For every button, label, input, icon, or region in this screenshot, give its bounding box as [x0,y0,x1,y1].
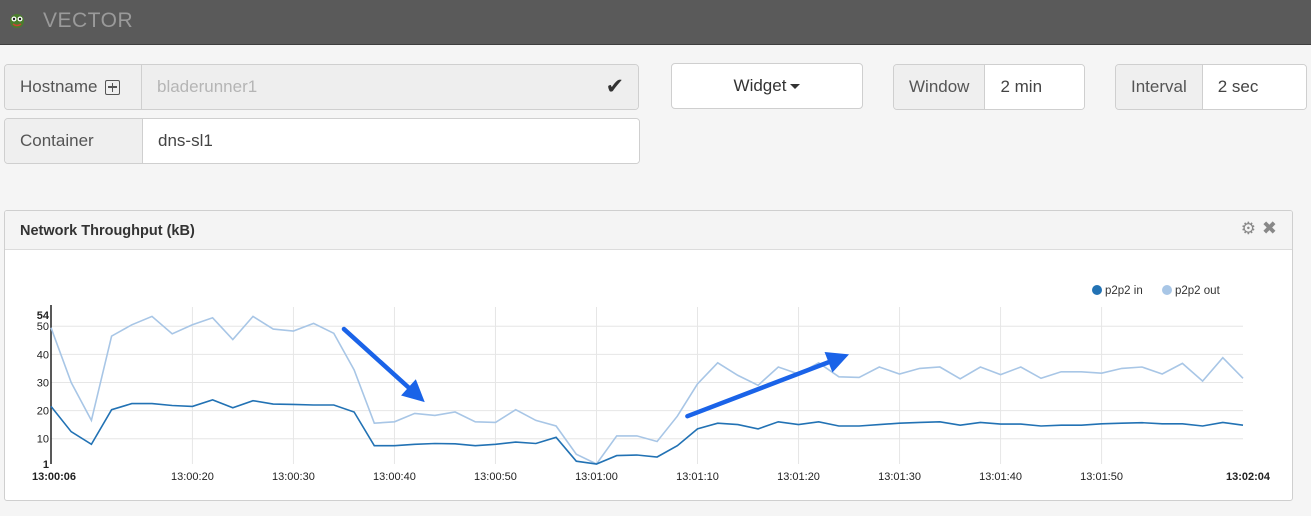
series-line-p2p2-in [50,399,1244,465]
panel-title: Network Throughput (kB) [20,223,195,239]
interval-label: Interval [1131,77,1187,96]
annotation-arrow-shaft [341,326,411,390]
y-tick-label: 40 [37,349,49,361]
interval-group: Interval 2 sec [1115,64,1307,110]
x-tick-label: 13:00:30 [272,471,315,483]
window-label: Window [909,77,970,96]
interval-addon: Interval [1116,65,1203,109]
y-tick-label: 10 [37,434,49,446]
x-tick-label: 13:01:40 [979,471,1022,483]
plus-square-icon[interactable] [105,79,121,95]
widget-button-label: Widget [733,76,787,95]
x-tick-label: 13:01:30 [878,471,921,483]
close-icon[interactable]: ✖ [1262,218,1277,239]
x-tick-label-start: 13:00:06 [32,471,76,483]
x-tick-label: 13:01:00 [575,471,618,483]
panel-header: Network Throughput (kB) ⚙ ✖ [5,211,1292,250]
chart-area: 1 10 20 30 40 50 54 13:00:06 13:00:20 13:00:30 13:… [5,251,1292,500]
interval-value: 2 sec [1217,77,1259,96]
check-icon[interactable]: ✔ [606,75,624,100]
x-tick-label: 13:01:20 [777,471,820,483]
hostname-label: Hostname [20,77,98,96]
container-addon: Container [5,119,143,163]
container-group: Container dns-sl1 [4,118,640,164]
window-group: Window 2 min [893,64,1085,110]
window-input[interactable]: 2 min [985,65,1084,109]
legend-label: p2p2 out [1175,285,1221,297]
container-value: dns-sl1 [158,131,213,150]
annotation-arrow-shaft [685,359,831,419]
y-tick-label: 1 [43,459,49,471]
x-tick-label: 13:00:50 [474,471,517,483]
hostname-group: Hostname bladerunner1 ✔ [4,64,639,110]
hostname-value: bladerunner1 [157,77,258,96]
hostname-addon[interactable]: Hostname [5,65,142,109]
x-tick-label: 13:01:50 [1080,471,1123,483]
x-tick-label: 13:01:10 [676,471,719,483]
legend-swatch [1092,285,1102,295]
legend-swatch [1162,285,1172,295]
series-line-p2p2-out [50,315,1244,466]
y-tick-label: 20 [37,406,49,418]
widget-dropdown-button[interactable]: Widget [671,63,863,109]
interval-input[interactable]: 2 sec [1202,65,1306,109]
x-tick-label: 13:00:40 [373,471,416,483]
top-navbar: VECTOR [0,0,1311,45]
window-addon: Window [894,65,986,109]
vector-logo-icon[interactable] [7,10,27,30]
throughput-chart: 1 10 20 30 40 5054 13:00:06 13:00:20 13:00:30 13:… [32,285,1271,483]
gear-icon[interactable]: ⚙ [1241,219,1256,239]
container-input[interactable]: dns-sl1 [143,119,639,163]
y-tick-label: 30 [37,377,49,389]
network-throughput-panel: Network Throughput (kB) ⚙ ✖ 1 10 20 30 40 50 5… [4,210,1293,501]
app-brand[interactable]: VECTOR [43,9,133,33]
container-label: Container [20,131,94,150]
x-tick-label: 13:00:20 [171,471,214,483]
y-tick-label: 54 [37,310,50,322]
legend-label: p2p2 in [1105,285,1143,297]
hostname-input[interactable]: bladerunner1 ✔ [142,65,638,109]
window-value: 2 min [1000,77,1043,96]
y-tick-label: 50 [37,321,49,333]
caret-down-icon [790,83,801,89]
x-tick-label-end: 13:02:04 [1226,471,1271,483]
